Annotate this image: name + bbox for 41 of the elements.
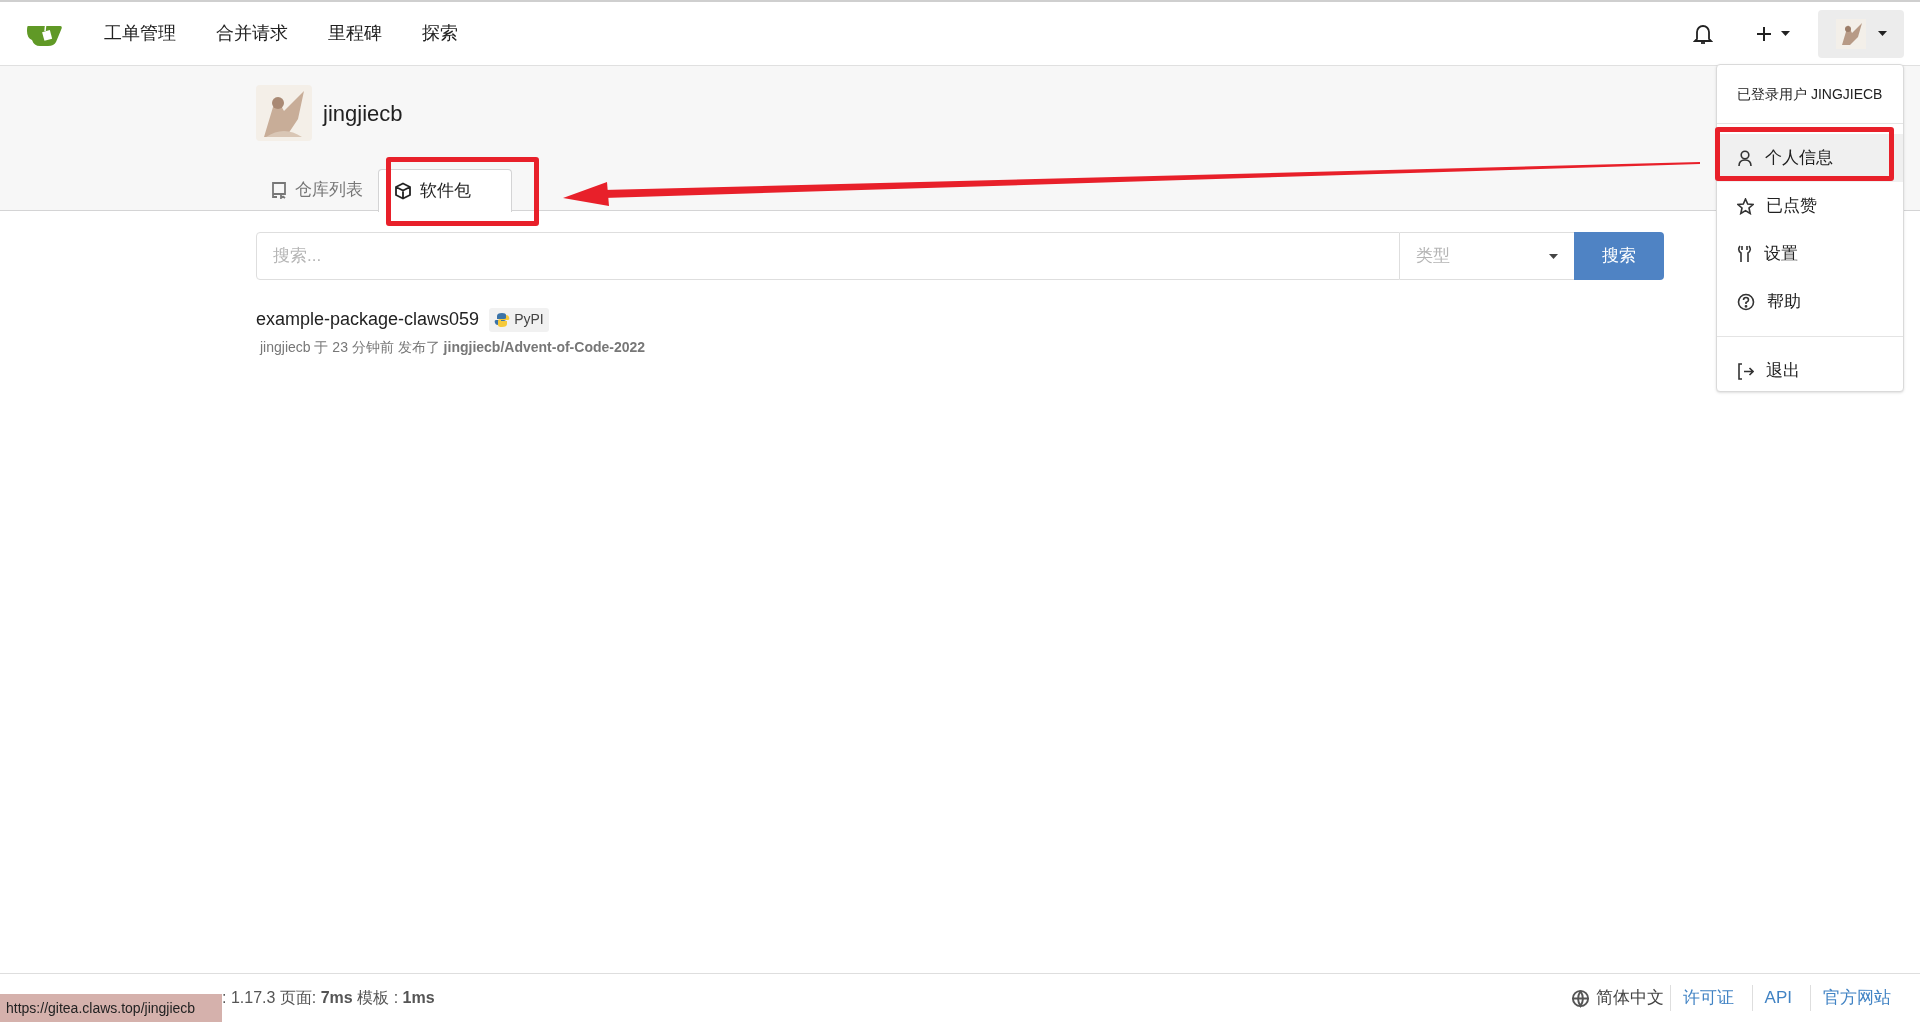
user-avatar bbox=[256, 85, 312, 141]
nav-link[interactable]: 合并请求 bbox=[196, 20, 308, 47]
notification-bell-icon[interactable] bbox=[1693, 22, 1713, 45]
nav-link[interactable]: 探索 bbox=[402, 20, 478, 47]
package-name[interactable]: example-package-claws059 bbox=[256, 306, 480, 333]
search-button[interactable]: 搜索 bbox=[1574, 232, 1664, 280]
book-icon bbox=[271, 181, 287, 199]
language-selector[interactable]: 简体中文 bbox=[1570, 985, 1664, 1011]
star-icon bbox=[1737, 197, 1754, 215]
caret-icon bbox=[1781, 31, 1790, 36]
signed-in-label: 已登录用户 JINGJIECB bbox=[1717, 65, 1903, 124]
cube-icon bbox=[394, 182, 412, 200]
footer-link[interactable]: 官方网站 bbox=[1810, 985, 1903, 1011]
package-type-badge: PyPI bbox=[489, 307, 549, 332]
user-menu-button[interactable] bbox=[1818, 9, 1904, 58]
footer-link[interactable]: API bbox=[1751, 985, 1804, 1011]
username: jingjiecb bbox=[323, 99, 403, 128]
nav-link[interactable]: 工单管理 bbox=[84, 20, 196, 47]
nav-link[interactable]: 里程碑 bbox=[308, 20, 402, 47]
wrench-icon bbox=[1737, 245, 1752, 263]
version-info: : 1.17.3 页面: 7ms 模板 : 1ms bbox=[222, 988, 435, 1008]
menu-item[interactable]: 已点赞 bbox=[1717, 182, 1903, 230]
sign-out-icon bbox=[1737, 362, 1754, 380]
search-field[interactable]: 搜索... bbox=[256, 232, 1400, 280]
help-icon bbox=[1737, 293, 1755, 311]
caret-icon bbox=[1877, 31, 1887, 36]
create-menu-button[interactable] bbox=[1755, 24, 1790, 43]
status-url: https://gitea.claws.top/jingjiecb bbox=[0, 994, 222, 1022]
footer-link[interactable]: 许可证 bbox=[1669, 985, 1746, 1011]
person-icon bbox=[1737, 149, 1753, 167]
menu-item[interactable]: 设置 bbox=[1717, 230, 1903, 278]
package-meta: jingjiecb 于 23 分钟前 发布了 jingjiecb/Advent-of-Code-2022 bbox=[260, 338, 647, 357]
menu-item[interactable]: 帮助 bbox=[1717, 278, 1903, 326]
globe-icon bbox=[1570, 988, 1590, 1008]
python-icon bbox=[494, 311, 511, 328]
user-avatar bbox=[1835, 18, 1866, 49]
plus-icon bbox=[1755, 24, 1773, 43]
profile-tab[interactable]: 软件包 bbox=[378, 169, 512, 212]
menu-item[interactable]: 退出 bbox=[1717, 347, 1903, 395]
profile-tab[interactable]: 仓库列表 bbox=[256, 169, 378, 211]
caret-icon bbox=[1549, 253, 1558, 259]
